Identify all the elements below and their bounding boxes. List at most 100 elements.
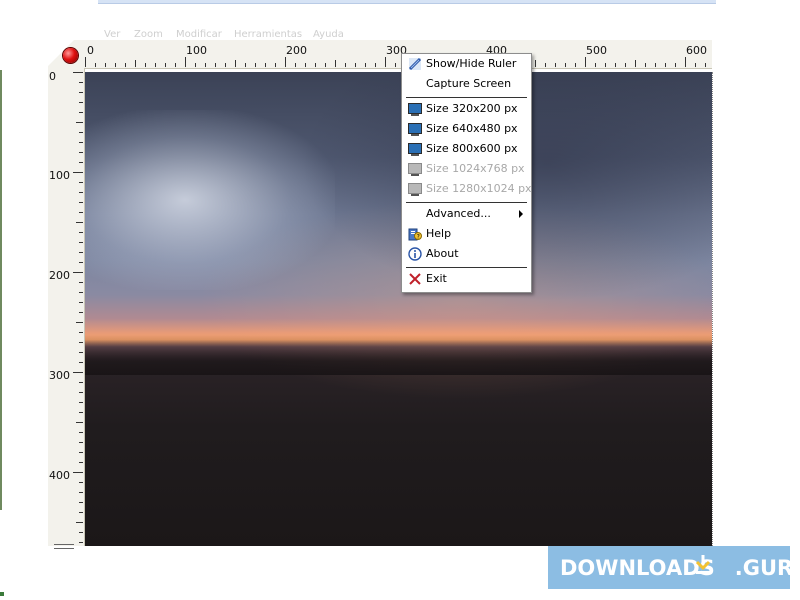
ruler-tick	[275, 63, 276, 67]
ruler-tick	[285, 57, 286, 67]
menu-item-help[interactable]: ? Help	[404, 224, 529, 244]
ruler-tick	[79, 362, 83, 363]
ruler-tick	[76, 122, 83, 123]
ruler-tick	[76, 322, 83, 323]
menu-separator	[406, 97, 527, 98]
ruler-tick	[79, 332, 83, 333]
ruler-tick	[385, 57, 386, 67]
ruler-top-label-0: 0	[87, 44, 94, 57]
ruler-tick	[79, 132, 83, 133]
ruler-tick	[625, 63, 626, 67]
menu-item-advanced[interactable]: Advanced...	[404, 204, 529, 224]
monitor-icon	[408, 182, 422, 196]
ruler-tick	[595, 63, 596, 67]
bg-menu-ver[interactable]: Ver	[104, 29, 120, 40]
menu-item-capture-screen[interactable]: Capture Screen	[404, 74, 529, 94]
ruler-tick	[395, 63, 396, 67]
ruler-left-label-100: 100	[49, 169, 70, 182]
menu-item-label: Size 800x600 px	[426, 142, 518, 155]
ruler-tick	[79, 212, 83, 213]
ruler-tick	[79, 152, 83, 153]
info-icon	[408, 247, 422, 261]
ruler-tick	[585, 57, 586, 67]
menu-separator	[406, 202, 527, 203]
ruler-tick	[79, 412, 83, 413]
bg-menu-zoom[interactable]: Zoom	[134, 29, 163, 40]
ruler-top-label-500: 500	[586, 44, 607, 57]
menu-item-label: Size 320x200 px	[426, 102, 518, 115]
ruler-tick	[79, 302, 83, 303]
ruler-tick	[79, 82, 83, 83]
bg-menu-herramientas[interactable]: Herramientas	[234, 29, 302, 40]
menu-item-label: Help	[426, 227, 452, 240]
ruler-tick	[76, 222, 83, 223]
ruler-tick	[79, 532, 83, 533]
ruler-tick	[79, 242, 83, 243]
record-button-icon[interactable]	[63, 48, 78, 63]
ruler-vertical[interactable]: 0 100 200 300 400	[48, 68, 85, 546]
ruler-tick	[79, 442, 83, 443]
menu-item-size-320x200[interactable]: Size 320x200 px	[404, 99, 529, 119]
menu-item-size-800x600[interactable]: Size 800x600 px	[404, 139, 529, 159]
menu-item-size-640x480[interactable]: Size 640x480 px	[404, 119, 529, 139]
ruler-tick	[245, 63, 246, 67]
ruler-tick	[235, 60, 236, 67]
ruler-tick	[545, 63, 546, 67]
menu-separator	[406, 267, 527, 268]
ruler-tick	[95, 63, 96, 67]
ruler-tick	[295, 63, 296, 67]
ruler-tick	[135, 60, 136, 67]
ruler-tick	[615, 63, 616, 67]
ruler-tick	[73, 72, 83, 73]
ruler-left-label-300: 300	[49, 369, 70, 382]
close-icon	[408, 272, 422, 286]
ruler-tick	[79, 182, 83, 183]
ruler-tick	[645, 63, 646, 67]
ruler-top-label-600: 600	[686, 44, 707, 57]
ruler-tick	[73, 472, 83, 473]
ruler-tick	[79, 502, 83, 503]
ruler-tick	[79, 192, 83, 193]
ruler-tick	[79, 162, 83, 163]
download-arrow-icon	[694, 554, 712, 574]
ruler-tick	[79, 432, 83, 433]
menu-item-label: Size 1280x1024 px	[426, 182, 532, 195]
menu-item-about[interactable]: About	[404, 244, 529, 264]
ruler-tick	[705, 63, 706, 67]
bg-menu-ayuda[interactable]: Ayuda	[313, 29, 344, 40]
menu-item-label: Exit	[426, 272, 447, 285]
ruler-tick	[575, 63, 576, 67]
menu-item-exit[interactable]: Exit	[404, 269, 529, 289]
ruler-tick	[155, 63, 156, 67]
ruler-tick	[79, 352, 83, 353]
ruler-tick	[85, 57, 86, 67]
monitor-icon	[408, 162, 422, 176]
ruler-tick	[115, 63, 116, 67]
bg-menu-modificar[interactable]: Modificar	[176, 29, 222, 40]
background-window-corner	[0, 592, 4, 596]
ruler-tick	[76, 422, 83, 423]
help-icon: ?	[408, 227, 422, 241]
ruler-tick	[79, 392, 83, 393]
ruler-horizontal[interactable]: 0 100 200 300 400 500 600	[84, 40, 712, 69]
ruler-tick	[76, 522, 83, 523]
ruler-tick	[73, 372, 83, 373]
monitor-icon	[408, 122, 422, 136]
ruler-tick	[79, 402, 83, 403]
ruler-tick	[185, 57, 186, 67]
photo-bright-clouds	[85, 110, 335, 290]
monitor-icon	[408, 102, 422, 116]
ruler-top-label-200: 200	[286, 44, 307, 57]
photo-treeline	[85, 335, 712, 375]
ruler-tick	[125, 63, 126, 67]
ruler-tick	[635, 60, 636, 67]
ruler-tick	[305, 63, 306, 67]
ruler-tick	[605, 63, 606, 67]
menu-item-size-1024x768: Size 1024x768 px	[404, 159, 529, 179]
background-window-titlebar	[98, 0, 716, 4]
ruler-left-label-200: 200	[49, 269, 70, 282]
monitor-icon	[408, 142, 422, 156]
menu-item-show-hide-ruler[interactable]: Show/Hide Ruler	[404, 54, 529, 74]
menu-item-label: Size 1024x768 px	[426, 162, 525, 175]
ruler-tick	[79, 102, 83, 103]
